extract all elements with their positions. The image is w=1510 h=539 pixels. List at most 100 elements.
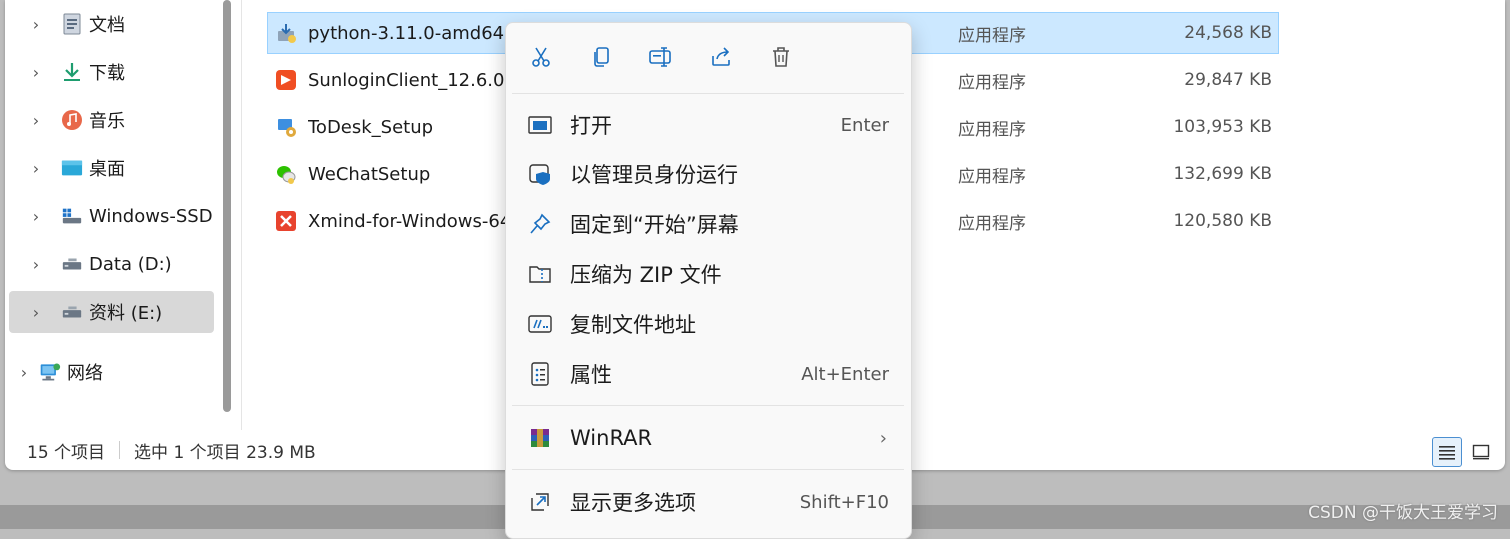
file-name: ToDesk_Setup <box>308 116 434 138</box>
chevron-right-icon[interactable]: › <box>25 207 47 226</box>
menu-separator <box>512 469 904 470</box>
menu-item-label: 压缩为 ZIP 文件 <box>570 263 722 287</box>
watermark: CSDN @干饭大王爱学习 <box>1308 503 1498 523</box>
chevron-right-icon[interactable]: › <box>25 63 47 82</box>
sidebar-item-label: Data (D:) <box>89 253 172 275</box>
sidebar-item-label: 桌面 <box>89 159 125 180</box>
navigation-pane: › 文档 › 下载 › 音乐 › 桌面 › Windows-SSD › Data… <box>5 0 235 430</box>
sidebar-scrollbar[interactable] <box>223 0 231 412</box>
menu-item-compress-zip[interactable]: 压缩为 ZIP 文件 <box>506 250 911 298</box>
network-icon <box>39 361 61 383</box>
zip-folder-icon <box>526 260 554 288</box>
documents-icon <box>61 13 83 35</box>
delete-button[interactable] <box>761 35 801 79</box>
chevron-right-icon[interactable]: › <box>25 111 47 130</box>
sidebar-item-label: 资料 (E:) <box>89 303 163 324</box>
sidebar-item-label: 文档 <box>89 15 125 36</box>
sidebar-item-label: 音乐 <box>89 111 125 132</box>
file-size: 24,568 KB <box>1184 23 1272 43</box>
sidebar-item-ziliao-e[interactable]: › 资料 (E:) <box>9 291 214 333</box>
chevron-right-icon[interactable]: › <box>25 15 47 34</box>
status-divider <box>119 441 121 459</box>
menu-shortcut: Alt+Enter <box>801 363 889 385</box>
chevron-right-icon: › <box>879 427 887 449</box>
details-view-icon <box>1439 446 1455 460</box>
music-icon <box>61 109 83 131</box>
pin-icon <box>526 210 554 238</box>
menu-item-label: 属性 <box>570 363 612 387</box>
file-size: 120,580 KB <box>1173 211 1272 231</box>
file-type: 应用程序 <box>958 25 1026 46</box>
menu-item-label: 固定到“开始”屏幕 <box>570 213 739 237</box>
menu-shortcut: Shift+F10 <box>799 491 889 513</box>
menu-item-open[interactable]: 打开 Enter <box>506 101 911 149</box>
menu-item-run-as-admin[interactable]: 以管理员身份运行 <box>506 150 911 198</box>
sidebar-item-music[interactable]: › 音乐 <box>9 99 214 141</box>
download-icon <box>61 61 83 83</box>
pane-divider <box>241 0 242 430</box>
menu-item-winrar[interactable]: WinRAR › <box>506 414 911 462</box>
delete-icon <box>773 47 789 67</box>
sidebar-item-label: 网络 <box>67 363 103 384</box>
share-button[interactable] <box>701 35 741 79</box>
properties-icon <box>526 360 554 388</box>
context-menu: 打开 Enter 以管理员身份运行 固定到“开始”屏幕 压缩为 ZIP 文件 复… <box>505 22 912 539</box>
copy-icon <box>594 47 609 67</box>
sidebar-item-network[interactable]: › 网络 <box>5 351 202 393</box>
menu-item-copy-path[interactable]: 复制文件地址 <box>506 300 911 348</box>
cut-button[interactable] <box>521 35 561 79</box>
menu-item-label: 以管理员身份运行 <box>570 163 738 187</box>
sidebar-item-documents[interactable]: › 文档 <box>9 3 214 45</box>
menu-item-label: 显示更多选项 <box>570 491 696 515</box>
selection-info: 选中 1 个项目 23.9 MB <box>134 442 316 463</box>
item-count: 15 个项目 <box>27 442 106 463</box>
menu-shortcut: Enter <box>840 114 889 136</box>
menu-item-label: 复制文件地址 <box>570 313 696 337</box>
file-type: 应用程序 <box>958 213 1026 234</box>
shield-icon <box>526 160 554 188</box>
menu-item-label: 打开 <box>570 114 612 138</box>
sidebar-item-label: Windows-SSD <box>89 205 213 227</box>
file-name: WeChatSetup <box>308 163 431 185</box>
sidebar-item-downloads[interactable]: › 下载 <box>9 51 214 93</box>
file-type: 应用程序 <box>958 72 1026 93</box>
file-type: 应用程序 <box>958 119 1026 140</box>
file-name: python-3.11.0-amd64 <box>308 22 505 44</box>
sunlogin-app-icon <box>274 68 298 92</box>
cut-icon <box>532 47 550 67</box>
sidebar-item-windows-ssd[interactable]: › Windows-SSD <box>9 195 214 237</box>
drive-icon <box>61 301 83 323</box>
chevron-right-icon[interactable]: › <box>13 363 35 382</box>
details-view-button[interactable] <box>1432 437 1462 467</box>
tiles-view-button[interactable] <box>1466 437 1496 467</box>
sidebar-item-desktop[interactable]: › 桌面 <box>9 147 214 189</box>
winrar-icon <box>526 424 554 452</box>
drive-c-icon <box>61 205 83 227</box>
rename-icon <box>649 47 671 67</box>
rename-button[interactable] <box>641 35 681 79</box>
copy-button[interactable] <box>581 35 621 79</box>
chevron-right-icon[interactable]: › <box>25 303 47 322</box>
quick-action-bar <box>506 35 911 83</box>
desktop-icon <box>61 157 83 179</box>
menu-item-label: WinRAR <box>570 426 653 450</box>
sidebar-item-label: 下载 <box>89 63 125 84</box>
chevron-right-icon[interactable]: › <box>25 255 47 274</box>
menu-item-properties[interactable]: 属性 Alt+Enter <box>506 350 911 398</box>
menu-item-show-more-options[interactable]: 显示更多选项 Shift+F10 <box>506 478 911 526</box>
installer-icon <box>274 21 298 45</box>
file-size: 103,953 KB <box>1173 117 1272 137</box>
file-type: 应用程序 <box>958 166 1026 187</box>
menu-separator <box>512 405 904 406</box>
file-name: SunloginClient_12.6.0.4 <box>308 69 508 91</box>
chevron-right-icon[interactable]: › <box>25 159 47 178</box>
file-size: 132,699 KB <box>1173 164 1272 184</box>
xmind-app-icon <box>274 209 298 233</box>
copy-path-icon <box>526 310 554 338</box>
menu-separator <box>512 93 904 94</box>
sidebar-item-data-d[interactable]: › Data (D:) <box>9 243 214 285</box>
drive-icon <box>61 253 83 275</box>
file-size: 29,847 KB <box>1184 70 1272 90</box>
file-name: Xmind-for-Windows-64 <box>308 210 508 232</box>
menu-item-pin-start[interactable]: 固定到“开始”屏幕 <box>506 200 911 248</box>
